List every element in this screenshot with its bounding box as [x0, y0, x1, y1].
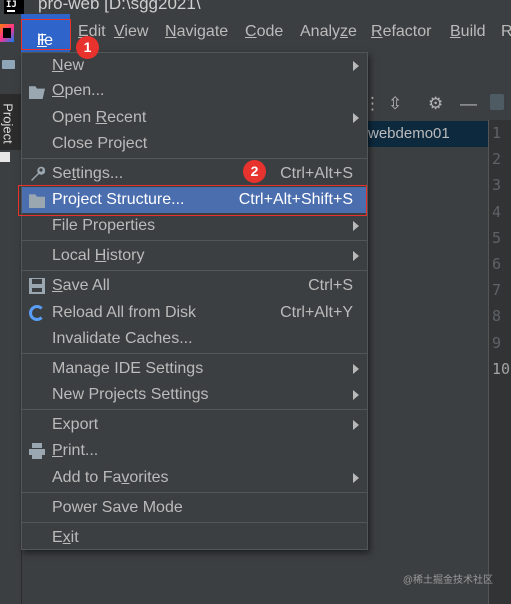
menu-build[interactable]: Build: [450, 23, 486, 41]
menu-item-label: Export: [52, 416, 99, 433]
menu-item-label: New: [52, 57, 85, 74]
menu-item-close-project[interactable]: Close Project: [22, 131, 367, 157]
intellij-logo-icon: IJ: [4, 0, 24, 14]
line-number: 2: [492, 150, 502, 169]
submenu-arrow-icon: [353, 420, 359, 430]
menu-separator: [22, 492, 367, 493]
menu-item-invalidate-caches[interactable]: Invalidate Caches...: [22, 326, 367, 352]
line-number: 9: [492, 333, 502, 352]
menu-item-label: Print...: [52, 442, 99, 459]
menu-item-save-all[interactable]: Save All Ctrl+S: [22, 273, 367, 299]
menu-item-label: File Properties: [52, 217, 156, 234]
menu-item-add-to-favorites[interactable]: Add to Favorites: [22, 465, 367, 491]
menu-separator: [22, 522, 367, 523]
menu-separator: [22, 409, 367, 410]
submenu-arrow-icon: [353, 61, 359, 71]
menu-item-shortcut: Ctrl+Alt+Y: [280, 304, 353, 321]
gear-icon[interactable]: ⚙: [428, 94, 443, 114]
menu-item-label: Manage IDE Settings: [52, 360, 204, 377]
submenu-arrow-icon: [353, 113, 359, 123]
reload-icon: [29, 305, 45, 321]
project-tree-label: webdemo01: [368, 125, 450, 142]
menu-view[interactable]: View: [114, 23, 148, 41]
annotation-box-project-structure: [18, 185, 367, 216]
menu-item-open[interactable]: Open...: [22, 78, 367, 104]
project-tree-row[interactable]: webdemo01: [368, 121, 488, 147]
submenu-arrow-icon: [353, 364, 359, 374]
menu-item-new[interactable]: New: [22, 53, 367, 79]
menu-refactor[interactable]: Refactor: [371, 23, 431, 41]
menu-item-label: Close Project: [52, 135, 148, 152]
left-tool-stripe: Project: [0, 52, 22, 604]
editor-gutter: 1 2 3 4 5 6 7 8 9 10: [488, 120, 511, 604]
line-number: 7: [492, 281, 502, 300]
line-number: 8: [492, 307, 502, 326]
menu-item-manage-ide-settings[interactable]: Manage IDE Settings: [22, 356, 367, 382]
menu-item-label: Invalidate Caches...: [52, 330, 193, 347]
menu-separator: [22, 270, 367, 271]
line-number: 1: [492, 124, 502, 142]
menu-analyze[interactable]: Analyze: [300, 23, 357, 41]
line-number: 10: [492, 359, 511, 378]
menu-separator: [22, 240, 367, 241]
save-icon: [29, 278, 45, 294]
intellij-app-icon: [0, 24, 14, 42]
annotation-badge-1: 1: [76, 36, 99, 59]
menu-item-export[interactable]: Export: [22, 412, 367, 438]
project-toolwindow-header: ⋮ ⇳ ⚙ —: [364, 88, 488, 120]
menu-item-new-projects-settings[interactable]: New Projects Settings: [22, 382, 367, 408]
stripe-marker: [0, 152, 10, 162]
menu-item-exit[interactable]: Exit: [22, 525, 367, 551]
project-tool-tab[interactable]: Project: [0, 94, 21, 150]
menu-separator: [22, 158, 367, 159]
annotation-box-file: [21, 19, 71, 50]
menu-item-shortcut: Ctrl+Alt+S: [280, 165, 353, 182]
menu-item-label: Settings...: [52, 165, 124, 182]
file-tab-icon[interactable]: [490, 94, 504, 110]
line-number: 6: [492, 255, 502, 273]
menu-item-label: Open Recent: [52, 109, 147, 126]
file-menu-dropdown: New Open... Open Recent Close Project Se…: [21, 52, 368, 550]
expand-collapse-icon[interactable]: ⇳: [388, 94, 402, 114]
annotation-badge-2: 2: [243, 160, 266, 183]
submenu-arrow-icon: [353, 251, 359, 261]
submenu-arrow-icon: [353, 390, 359, 400]
submenu-arrow-icon: [353, 221, 359, 231]
watermark: @稀土掘金技术社区: [402, 575, 493, 586]
submenu-arrow-icon: [353, 473, 359, 483]
menu-item-label: Local History: [52, 247, 145, 264]
line-number: 3: [492, 176, 502, 195]
menu-separator: [22, 353, 367, 354]
menu-item-label: Save All: [52, 277, 110, 294]
editor-tabs: [488, 88, 511, 120]
menu-item-local-history[interactable]: Local History: [22, 243, 367, 269]
menu-item-label: Open...: [52, 82, 105, 99]
menu-item-label: Add to Favorites: [52, 469, 169, 486]
menu-item-label: Reload All from Disk: [52, 304, 197, 321]
menu-item-label: Exit: [52, 529, 79, 546]
menu-item-reload-all[interactable]: Reload All from Disk Ctrl+Alt+Y: [22, 300, 367, 326]
menu-item-file-properties[interactable]: File Properties: [22, 213, 367, 239]
wrench-icon: [31, 166, 45, 181]
menu-item-label: Power Save Mode: [52, 499, 183, 516]
menu-item-open-recent[interactable]: Open Recent: [22, 105, 367, 131]
hide-icon[interactable]: —: [460, 94, 477, 114]
title-bar: IJ pro-web [D:\sgg2021\: [0, 0, 511, 14]
project-folder-icon: [2, 60, 15, 69]
line-number: 5: [492, 228, 502, 247]
menu-code[interactable]: Code: [245, 23, 283, 41]
menu-item-label: New Projects Settings: [52, 386, 209, 403]
window-title: pro-web [D:\sgg2021\: [38, 0, 201, 13]
line-number: 4: [492, 202, 502, 221]
project-tab-label: Project: [0, 103, 16, 144]
open-folder-icon: [29, 86, 45, 99]
print-icon: [29, 443, 45, 459]
menu-item-print[interactable]: Print...: [22, 438, 367, 464]
menu-item-power-save-mode[interactable]: Power Save Mode: [22, 495, 367, 521]
project-tree-area: [368, 147, 488, 604]
menu-item-shortcut: Ctrl+S: [308, 277, 353, 294]
menu-run-truncated[interactable]: R: [501, 23, 511, 41]
menu-navigate[interactable]: Navigate: [165, 23, 228, 41]
menu-item-settings[interactable]: Settings... Ctrl+Alt+S: [22, 161, 367, 187]
